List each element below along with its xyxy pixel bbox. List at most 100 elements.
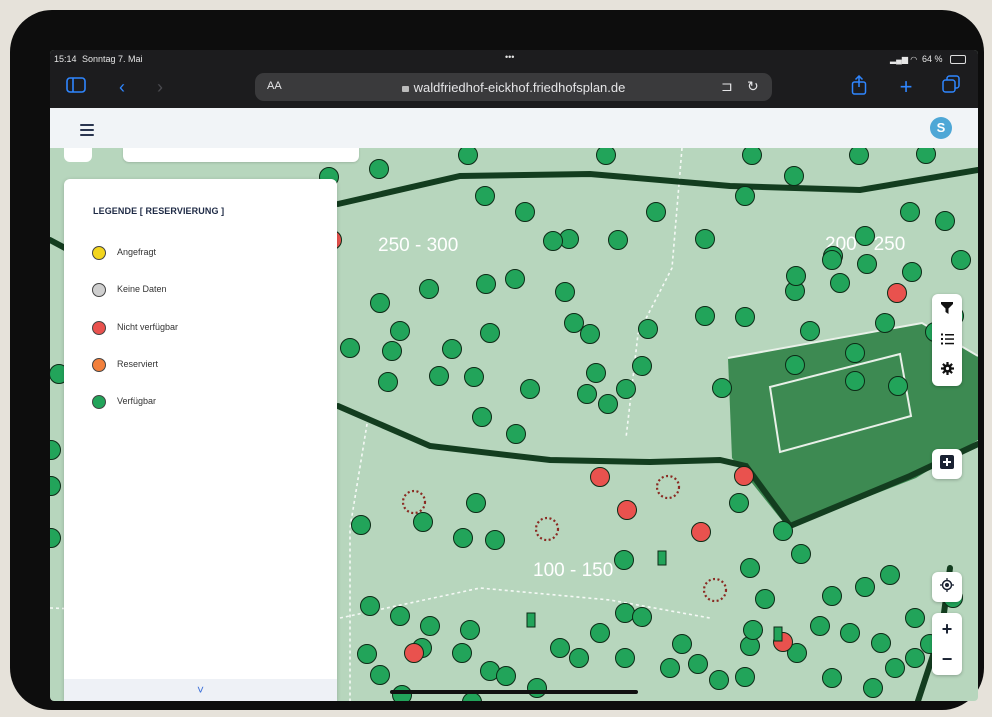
grave-available[interactable] xyxy=(849,148,869,165)
grave-available[interactable] xyxy=(520,379,540,399)
zoom-in-button[interactable]: + xyxy=(932,614,962,644)
grave-available[interactable] xyxy=(555,282,575,302)
grave-available[interactable] xyxy=(390,606,410,626)
grave-available[interactable] xyxy=(688,654,708,674)
reserved-marker[interactable] xyxy=(702,577,728,603)
grave-available[interactable] xyxy=(822,586,842,606)
address-bar[interactable]: AA waldfriedhof-eickhof.friedhofsplan.de… xyxy=(255,73,772,101)
grave-available[interactable] xyxy=(515,202,535,222)
grave-available[interactable] xyxy=(905,648,925,668)
sidebar-icon[interactable] xyxy=(64,75,88,99)
grave-available[interactable] xyxy=(885,658,905,678)
grave-available[interactable] xyxy=(695,306,715,326)
grave-available[interactable] xyxy=(735,186,755,206)
grave-available[interactable] xyxy=(577,384,597,404)
grave-available[interactable] xyxy=(390,321,410,341)
grave-available[interactable] xyxy=(660,658,680,678)
grave-available[interactable] xyxy=(840,623,860,643)
grave-unavailable[interactable] xyxy=(734,466,754,486)
grave-available[interactable] xyxy=(340,338,360,358)
new-tab-icon[interactable]: + xyxy=(894,75,918,99)
add-button[interactable] xyxy=(932,449,962,479)
grave-available[interactable] xyxy=(442,339,462,359)
grave-available[interactable] xyxy=(638,319,658,339)
legend-collapse-button[interactable]: ˅ xyxy=(64,679,337,701)
grave-available[interactable] xyxy=(875,313,895,333)
grave-unavailable[interactable] xyxy=(404,643,424,663)
grave-available[interactable] xyxy=(505,269,525,289)
share-icon[interactable] xyxy=(847,74,871,99)
grave-available[interactable] xyxy=(596,148,616,165)
grave-available[interactable] xyxy=(615,603,635,623)
grave-available[interactable] xyxy=(485,530,505,550)
grave-available[interactable] xyxy=(382,341,402,361)
grave-available[interactable] xyxy=(951,250,971,270)
grave-available[interactable] xyxy=(902,262,922,282)
monument[interactable] xyxy=(773,626,783,642)
grave-available[interactable] xyxy=(472,407,492,427)
grave-available[interactable] xyxy=(369,159,389,179)
grave-available[interactable] xyxy=(735,667,755,687)
back-icon[interactable]: ‹ xyxy=(110,75,134,99)
grave-available[interactable] xyxy=(543,231,563,251)
reserved-marker[interactable] xyxy=(401,489,427,515)
grave-available[interactable] xyxy=(569,648,589,668)
grave-available[interactable] xyxy=(550,638,570,658)
grave-available[interactable] xyxy=(460,620,480,640)
grave-available[interactable] xyxy=(740,558,760,578)
grave-available[interactable] xyxy=(480,323,500,343)
grave-available[interactable] xyxy=(598,394,618,414)
grave-available[interactable] xyxy=(916,148,936,164)
grave-available[interactable] xyxy=(615,648,635,668)
grave-available[interactable] xyxy=(712,378,732,398)
grave-available[interactable] xyxy=(786,266,806,286)
grave-available[interactable] xyxy=(50,440,61,460)
grave-unavailable[interactable] xyxy=(617,500,637,520)
grave-available[interactable] xyxy=(905,608,925,628)
grave-available[interactable] xyxy=(742,148,762,165)
grave-available[interactable] xyxy=(419,279,439,299)
grave-available[interactable] xyxy=(672,634,692,654)
grave-available[interactable] xyxy=(351,515,371,535)
grave-available[interactable] xyxy=(357,644,377,664)
grave-available[interactable] xyxy=(755,589,775,609)
grave-available[interactable] xyxy=(855,226,875,246)
grave-available[interactable] xyxy=(50,476,61,496)
grave-available[interactable] xyxy=(855,577,875,597)
grave-available[interactable] xyxy=(452,643,472,663)
monument[interactable] xyxy=(526,612,536,628)
grave-available[interactable] xyxy=(743,620,763,640)
reader-icon[interactable]: ⊐ xyxy=(721,78,733,95)
grave-available[interactable] xyxy=(709,670,729,690)
grave-available[interactable] xyxy=(822,250,842,270)
settings-icon[interactable] xyxy=(937,360,957,380)
search-input[interactable] xyxy=(123,148,359,162)
grave-available[interactable] xyxy=(370,665,390,685)
grave-available[interactable] xyxy=(475,186,495,206)
grave-available[interactable] xyxy=(608,230,628,250)
search-toggle[interactable] xyxy=(64,148,92,162)
grave-available[interactable] xyxy=(773,521,793,541)
grave-available[interactable] xyxy=(458,148,478,165)
grave-available[interactable] xyxy=(845,343,865,363)
forward-icon[interactable]: › xyxy=(148,75,172,99)
tabs-icon[interactable] xyxy=(939,75,963,99)
grave-available[interactable] xyxy=(506,424,526,444)
grave-available[interactable] xyxy=(800,321,820,341)
grave-available[interactable] xyxy=(845,371,865,391)
grave-available[interactable] xyxy=(646,202,666,222)
grave-available[interactable] xyxy=(880,565,900,585)
grave-available[interactable] xyxy=(863,678,883,698)
grave-available[interactable] xyxy=(830,273,850,293)
grave-available[interactable] xyxy=(735,307,755,327)
locate-button[interactable] xyxy=(932,572,962,602)
grave-available[interactable] xyxy=(616,379,636,399)
grave-available[interactable] xyxy=(413,512,433,532)
grave-available[interactable] xyxy=(632,356,652,376)
grave-available[interactable] xyxy=(370,293,390,313)
grave-available[interactable] xyxy=(564,313,584,333)
reserved-marker[interactable] xyxy=(655,474,681,500)
grave-available[interactable] xyxy=(632,607,652,627)
grave-available[interactable] xyxy=(888,376,908,396)
grave-available[interactable] xyxy=(527,678,547,698)
